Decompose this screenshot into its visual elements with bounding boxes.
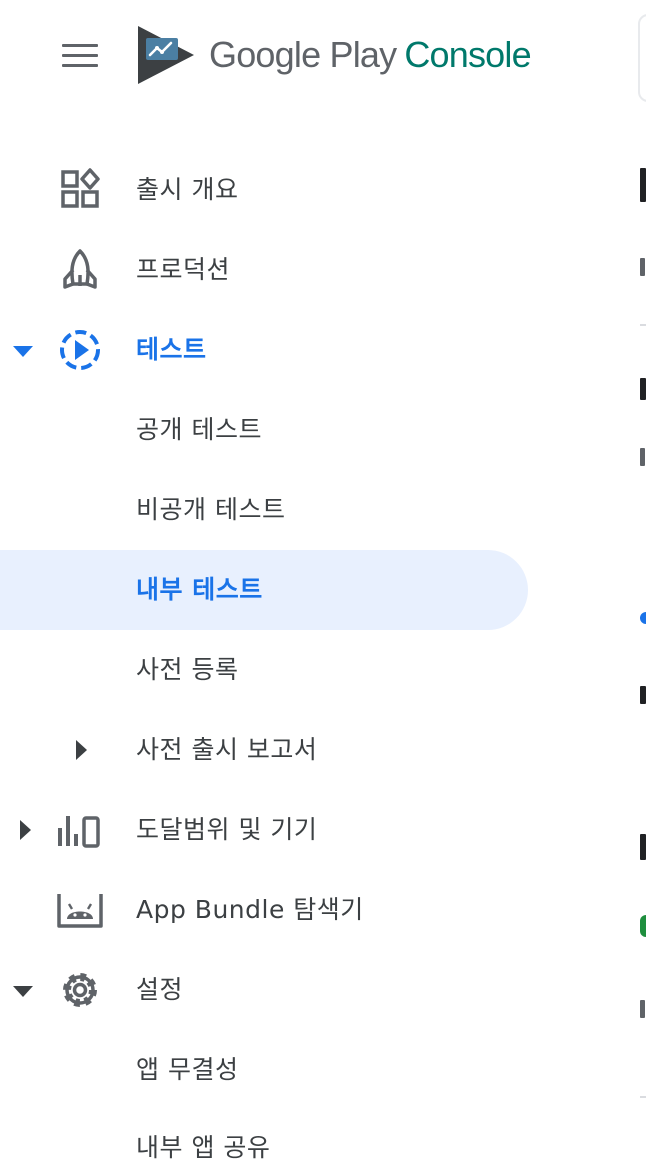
nav-item-pre-launch-report[interactable]: 사전 출시 보고서 (0, 710, 528, 790)
nav-item-testing[interactable]: 테스트 (0, 310, 528, 390)
number-fragment (640, 834, 646, 860)
caret-down-icon[interactable] (12, 980, 34, 1002)
nav-label-testing: 테스트 (136, 335, 207, 364)
nav-label-production: 프로덕션 (136, 255, 231, 284)
nav-item-app-integrity[interactable]: 앱 무결성 (0, 1030, 528, 1110)
nav-item-reach-and-devices[interactable]: 도달범위 및 기기 (0, 790, 528, 870)
android-box-icon (57, 894, 103, 928)
play-circle-dashed-icon (60, 330, 100, 370)
nav-label-release-overview: 출시 개요 (136, 175, 239, 204)
caret-right-icon[interactable] (14, 819, 36, 841)
nav-item-production[interactable]: 프로덕션 (0, 230, 528, 310)
nav-label-closed-testing: 비공개 테스트 (136, 495, 286, 524)
nav-item-internal-testing[interactable]: 내부 테스트 (0, 550, 528, 630)
nav-item-setup[interactable]: 설정 (0, 950, 528, 1030)
brand-google-play: Google Play (209, 34, 397, 75)
nav-item-internal-app-sharing[interactable]: 내부 앱 공유 (0, 1108, 528, 1160)
google-play-console-logo (138, 26, 194, 84)
divider (640, 324, 646, 326)
dashboard-shapes-icon (61, 168, 100, 208)
section-title-fragment (640, 378, 646, 400)
text-fragment (640, 686, 646, 704)
nav-item-pre-registration[interactable]: 사전 등록 (0, 630, 528, 710)
status-icon-fragment (640, 915, 646, 937)
nav-label-internal-app-sharing: 내부 앱 공유 (136, 1133, 271, 1160)
nav-item-app-bundle-explorer[interactable]: App Bundle 탐색기 (0, 870, 528, 950)
nav-label-pre-registration: 사전 등록 (136, 655, 239, 684)
nav-label-setup: 설정 (136, 975, 184, 1004)
nav-label-app-bundle-explorer: App Bundle 탐색기 (136, 895, 364, 924)
nav-label-app-integrity: 앱 무결성 (136, 1055, 239, 1084)
bar-chart-device-icon (58, 816, 100, 848)
rocket-icon (63, 249, 97, 289)
hamburger-menu-icon[interactable] (46, 26, 114, 86)
nav-label-reach-and-devices: 도달범위 및 기기 (136, 815, 318, 844)
caret-down-icon[interactable] (12, 340, 34, 362)
nav-item-open-testing[interactable]: 공개 테스트 (0, 390, 528, 470)
search-bar-edge[interactable] (638, 14, 646, 102)
nav-item-release-overview[interactable]: 출시 개요 (0, 150, 528, 230)
gear-icon (63, 973, 97, 1007)
nav-label-pre-launch-report: 사전 출시 보고서 (136, 735, 318, 764)
text-fragment (640, 1000, 645, 1018)
divider (640, 1096, 646, 1098)
text-fragment (640, 258, 645, 276)
page-title-fragment (640, 168, 646, 202)
nav-label-open-testing: 공개 테스트 (136, 415, 262, 444)
link-fragment[interactable] (640, 612, 646, 624)
nav-label-internal-testing: 내부 테스트 (136, 575, 263, 604)
text-fragment (640, 448, 645, 466)
nav-item-closed-testing[interactable]: 비공개 테스트 (0, 470, 528, 550)
brand-console: Console (404, 34, 531, 75)
caret-right-icon[interactable] (70, 739, 92, 761)
play-console-page: Google Play Console 출시 개요 프로덕션 테스트 공개 테스… (0, 0, 646, 1160)
app-brand-title: Google Play Console (209, 30, 532, 80)
